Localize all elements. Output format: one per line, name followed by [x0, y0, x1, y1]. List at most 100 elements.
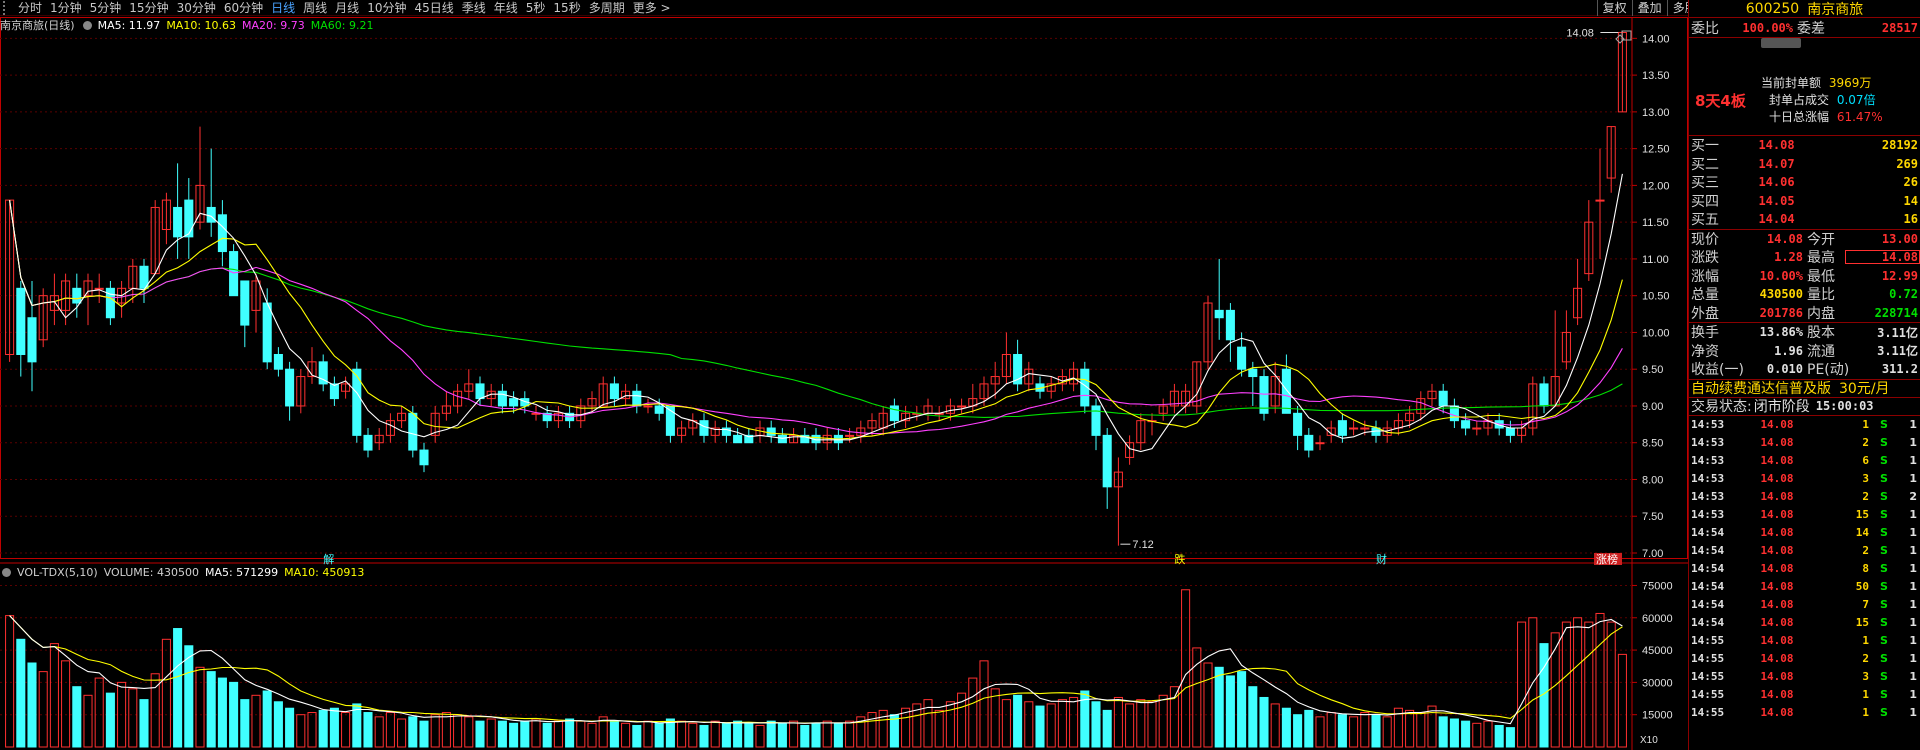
bid-row[interactable]: 买五 14.04 16 [1689, 210, 1920, 229]
chevron-tab-icon[interactable] [1761, 38, 1801, 48]
settings-circle-icon[interactable] [82, 20, 92, 30]
quote-label: 现价 [1691, 231, 1719, 248]
subscription-ad[interactable]: 自动续费通达信普及版 30元/月 [1689, 378, 1920, 398]
fundamental-label: 换手 [1691, 325, 1719, 342]
bid-row[interactable]: 买一 14.08 28192 [1689, 136, 1920, 155]
tick-price: 14.08 [1760, 436, 1794, 449]
volume-bar [710, 720, 720, 748]
quote-value: 14.08 [1845, 250, 1920, 265]
tick-list[interactable]: 14:53 14.08 1 S 1 14:53 14.08 2 S 1 14:53 14.08 6 S 1 1… [1689, 414, 1920, 722]
kline-chart-area[interactable]: 14.00 13.50 13.00 12.50 12.00 11.50 11.00 10.50… [0, 17, 1688, 750]
period-tab[interactable]: 60分钟 [220, 0, 267, 16]
volume-bar [643, 720, 653, 748]
toolbar-button[interactable]: 复权 [1596, 0, 1632, 16]
volume-bar [833, 722, 843, 748]
tick-side: S [1880, 544, 1888, 557]
volume-bar [419, 720, 429, 748]
volume-bar [1371, 714, 1381, 748]
fundamental-value: 13.86% [1759, 325, 1803, 340]
vol-ma10-label: MA10: 450913 [284, 565, 365, 579]
volume-bar [531, 718, 541, 748]
tick-volume: 15 [1855, 508, 1869, 521]
ad-price[interactable]: 30元/月 [1839, 378, 1890, 398]
price-pane-frame [0, 17, 1688, 559]
toolbar-button[interactable]: 叠加 [1631, 0, 1667, 16]
period-tab[interactable]: 分时 [14, 0, 46, 16]
ma5-label: MA5: 11.97 [97, 18, 161, 32]
volume-bar [1606, 621, 1616, 748]
tick-volume: 2 [1862, 544, 1869, 557]
candle-down [363, 434, 373, 451]
price-tick-label: 7.50 [1642, 511, 1663, 523]
candle-down [1337, 420, 1347, 436]
period-tab[interactable]: 周线 [299, 0, 331, 16]
volume-tick-label: 45000 [1642, 645, 1673, 657]
bid-price: 14.06 [1758, 175, 1795, 190]
tenday-value: 61.47% [1836, 110, 1883, 124]
quote-value: 430500 [1759, 287, 1803, 302]
period-tab[interactable]: 15分钟 [125, 0, 172, 16]
weicha-value: 28517 [1881, 20, 1918, 35]
candle-down [654, 405, 664, 414]
period-tab[interactable]: 多周期 [585, 0, 629, 16]
volume-bar [901, 707, 911, 748]
price-tick-label: 8.50 [1642, 438, 1663, 450]
tick-row: 14:54 14.08 50 S 1 [1689, 578, 1920, 596]
volume-bar [811, 722, 821, 748]
volume-bar [1281, 707, 1291, 748]
period-tab[interactable]: 5分钟 [86, 0, 126, 16]
period-tab[interactable]: 月线 [331, 0, 363, 16]
bid-row[interactable]: 买四 14.05 14 [1689, 192, 1920, 211]
period-tab[interactable]: 季线 [458, 0, 490, 16]
period-tab[interactable]: 日线 [267, 0, 299, 16]
quote-label: 涨跌 [1691, 250, 1719, 267]
tick-volume: 2 [1862, 652, 1869, 665]
candle-down [217, 214, 227, 253]
tick-side: S [1880, 526, 1888, 539]
tick-row: 14:53 14.08 2 S 1 [1689, 434, 1920, 452]
candle-down [262, 302, 272, 363]
tick-price: 14.08 [1760, 688, 1794, 701]
quote-value: 0.72 [1889, 287, 1918, 302]
volume-bar [1024, 701, 1034, 748]
volume-bar [1001, 699, 1011, 748]
volume-bar [1405, 709, 1415, 748]
volume-bar [195, 666, 205, 748]
period-tab[interactable]: 15秒 [549, 0, 584, 16]
kline-chart[interactable]: 14.00 13.50 13.00 12.50 12.00 11.50 11.00 10.50… [0, 17, 1688, 750]
event-marker: 涨榜 [1596, 552, 1618, 566]
volume-bar [867, 712, 877, 748]
tick-side: S [1880, 580, 1888, 593]
ad-text[interactable]: 自动续费通达信普及版 [1689, 378, 1831, 398]
volume-bar [1113, 696, 1123, 748]
candle-down [1293, 412, 1303, 436]
quote-label: 外盘 [1691, 305, 1719, 322]
period-tab[interactable]: 年线 [490, 0, 522, 16]
tick-price: 14.08 [1760, 562, 1794, 575]
volume-bar [1259, 696, 1269, 748]
price-tick-label: 9.50 [1642, 364, 1663, 376]
period-tab[interactable]: 更多 > [629, 0, 675, 16]
bid-row[interactable]: 买三 14.06 26 [1689, 173, 1920, 192]
volume-bar [1505, 727, 1515, 748]
toolbar-grip-icon[interactable] [3, 1, 11, 15]
quote-label: 内盘 [1807, 305, 1835, 322]
period-tab[interactable]: 10分钟 [363, 0, 410, 16]
volume-bar [1046, 703, 1056, 748]
period-tab[interactable]: 30分钟 [173, 0, 220, 16]
volume-bar [1091, 701, 1101, 748]
candle-down [273, 353, 283, 370]
volume-bar [509, 722, 519, 748]
quote-row: 现价 14.08 今开 13.00 [1689, 230, 1920, 249]
tick-volume: 50 [1855, 580, 1869, 593]
volume-bar [329, 707, 339, 748]
volume-legend: VOL-TDX(5,10) VOLUME: 430500 MA5: 571299… [0, 565, 370, 579]
period-tab[interactable]: 1分钟 [46, 0, 86, 16]
period-tab[interactable]: 5秒 [522, 0, 550, 16]
bid-row[interactable]: 买二 14.07 269 [1689, 155, 1920, 174]
tick-volume: 2 [1862, 436, 1869, 449]
period-tab[interactable]: 45日线 [410, 0, 457, 16]
volume-bar [262, 690, 272, 748]
tick-time: 14:53 [1691, 490, 1725, 503]
settings-circle-icon[interactable] [2, 567, 11, 577]
